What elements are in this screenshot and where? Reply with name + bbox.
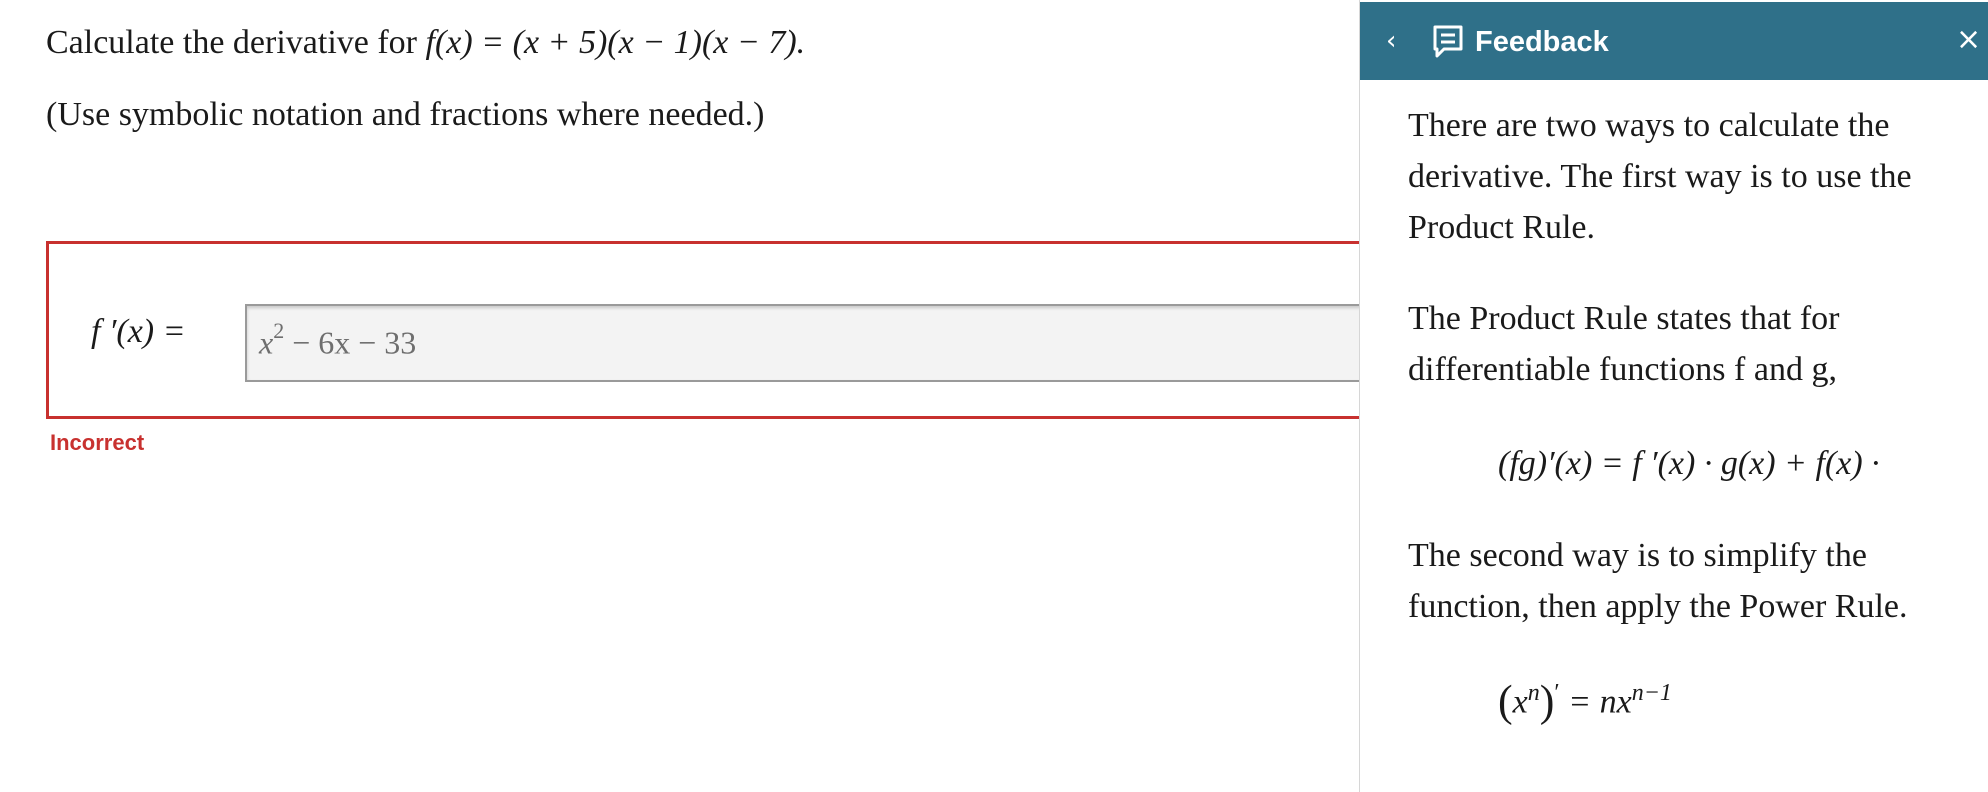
feedback-paragraph-3: The second way is to simplify the functi… xyxy=(1408,537,1908,625)
feedback-paragraph-1: There are two ways to calculate the deri… xyxy=(1408,107,1912,246)
feedback-icon xyxy=(1433,25,1463,58)
power-rule-formula: (xn)′ = nxn−1 xyxy=(1498,676,1672,726)
question-prefix: Calculate the derivative for xyxy=(46,24,426,61)
feedback-panel: ‹ Feedback × There are two ways to calcu… xyxy=(1359,0,1988,792)
status-incorrect: Incorrect xyxy=(50,430,145,455)
back-chevron-icon[interactable]: ‹ xyxy=(1386,24,1414,58)
product-rule-formula: (fg)′(x) = f ′(x) · g(x) + f(x) · xyxy=(1498,445,1880,482)
close-icon[interactable]: × xyxy=(1956,22,1986,58)
answer-label: f ′(x) = xyxy=(91,313,186,350)
question-instructions: (Use symbolic notation and fractions whe… xyxy=(46,96,765,133)
answer-base: x xyxy=(259,324,274,361)
power-rule-rhs-exp: n−1 xyxy=(1631,680,1672,706)
power-rule-rhs: = nx xyxy=(1559,683,1632,721)
question-function: f(x) = (x + 5)(x − 1)(x − 7). xyxy=(425,24,806,61)
feedback-title: Feedback xyxy=(1475,26,1609,58)
answer-exponent: 2 xyxy=(273,318,285,343)
answer-input[interactable]: x2 − 6x − 33 xyxy=(245,304,1395,382)
feedback-header: ‹ Feedback × xyxy=(1360,2,1988,80)
power-rule-base: x xyxy=(1512,683,1528,721)
feedback-paragraph-2: The Product Rule states that for differe… xyxy=(1408,300,1840,388)
power-rule-exp: n xyxy=(1527,680,1540,706)
answer-container: f ′(x) = x2 − 6x − 33 xyxy=(46,241,1395,419)
question-text: Calculate the derivative for f(x) = (x +… xyxy=(46,18,1346,68)
answer-rest: − 6x − 33 xyxy=(284,324,417,361)
